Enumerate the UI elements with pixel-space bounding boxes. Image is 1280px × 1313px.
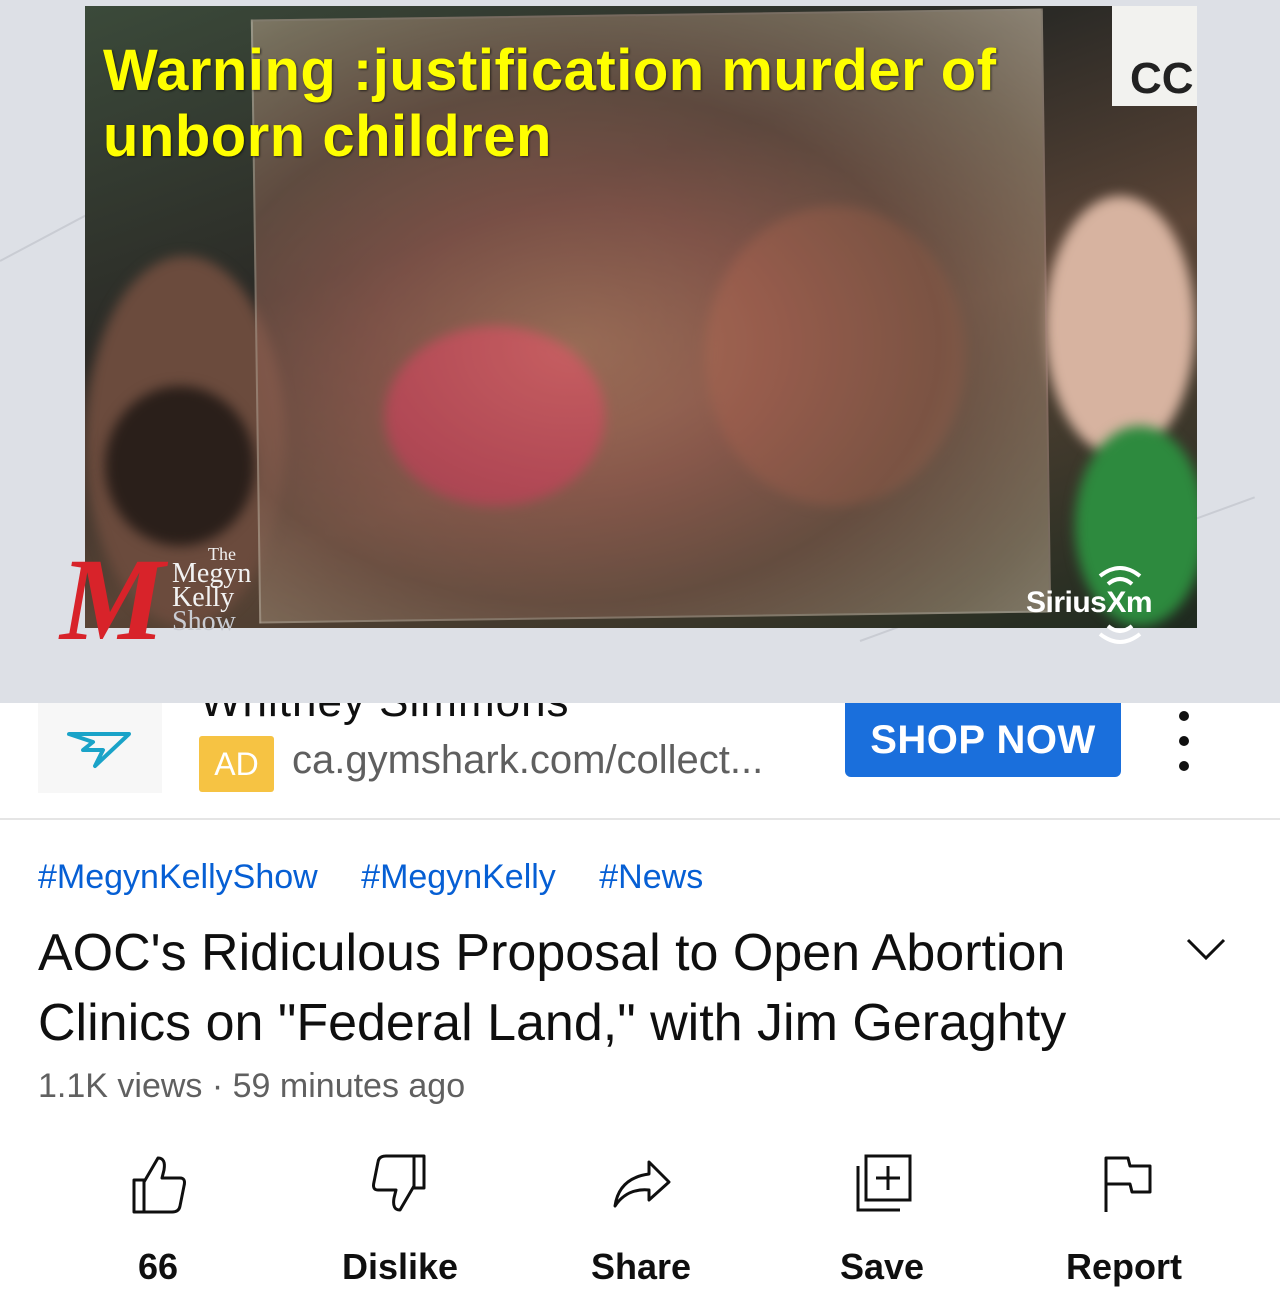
ad-title: Whitney Simmons	[200, 703, 570, 727]
thumbs-up-icon	[132, 1156, 186, 1214]
save-button[interactable]: Save	[782, 1148, 982, 1298]
save-label: Save	[839, 1246, 925, 1287]
report-button[interactable]: Report	[1024, 1148, 1224, 1298]
hashtag-link[interactable]: #MegynKellyShow	[38, 858, 318, 896]
meta-separator: ·	[211, 1067, 224, 1105]
share-icon	[613, 1160, 671, 1208]
upload-age: 59 minutes ago	[232, 1067, 466, 1105]
show-monogram: M	[60, 534, 165, 665]
like-count: 66	[137, 1246, 179, 1287]
hashtag-link[interactable]: #MegynKelly	[361, 858, 556, 896]
share-button[interactable]: Share	[541, 1148, 741, 1298]
advertiser-logo[interactable]	[38, 703, 162, 793]
action-bar: 66 Dislike Share Save Report	[0, 1148, 1280, 1298]
more-vert-icon[interactable]	[1166, 711, 1202, 771]
like-button[interactable]: 66	[58, 1148, 258, 1298]
video-title[interactable]: AOC's Ridiculous Proposal to Open Aborti…	[38, 918, 1148, 1058]
gymshark-logo-icon	[67, 732, 131, 768]
ad-banner[interactable]: Whitney Simmons AD ca.gymshark.com/colle…	[0, 703, 1280, 820]
show-logo-name: Megyn Kelly Show	[172, 560, 251, 637]
shop-now-button[interactable]: SHOP NOW	[845, 703, 1121, 777]
hashtag-list: #MegynKellyShow #MegynKelly #News	[38, 858, 737, 897]
protest-sign: CC	[1112, 6, 1197, 106]
flag-icon	[1104, 1156, 1152, 1212]
view-count: 1.1K views	[38, 1067, 203, 1105]
siriusxm-logo: SiriusXm	[1026, 586, 1153, 619]
sign-text: CC	[1130, 54, 1194, 103]
dislike-button[interactable]: Dislike	[300, 1148, 500, 1298]
report-label: Report	[1066, 1246, 1182, 1287]
dot	[1179, 711, 1189, 721]
megyn-kelly-show-logo: M The Megyn Kelly Show	[60, 534, 300, 665]
thumbs-down-icon	[372, 1154, 426, 1212]
warning-overlay-text: Warning :justification murder of unborn …	[103, 38, 997, 169]
save-playlist-icon	[856, 1154, 912, 1212]
chevron-down-icon[interactable]	[1184, 934, 1228, 964]
ad-url[interactable]: ca.gymshark.com/collect...	[292, 738, 763, 783]
dislike-label: Dislike	[341, 1246, 459, 1287]
crowd-shape	[105, 386, 255, 546]
hashtag-link[interactable]: #News	[599, 858, 703, 896]
ad-badge: AD	[199, 736, 274, 792]
crowd-shape	[1045, 196, 1195, 456]
video-metadata: 1.1K views · 59 minutes ago	[38, 1067, 465, 1106]
video-player[interactable]: CC Warning :justification murder of unbo…	[0, 0, 1280, 703]
dot	[1179, 736, 1189, 746]
share-label: Share	[590, 1246, 692, 1287]
show-logo-line3: Show	[172, 606, 236, 637]
dot	[1179, 761, 1189, 771]
